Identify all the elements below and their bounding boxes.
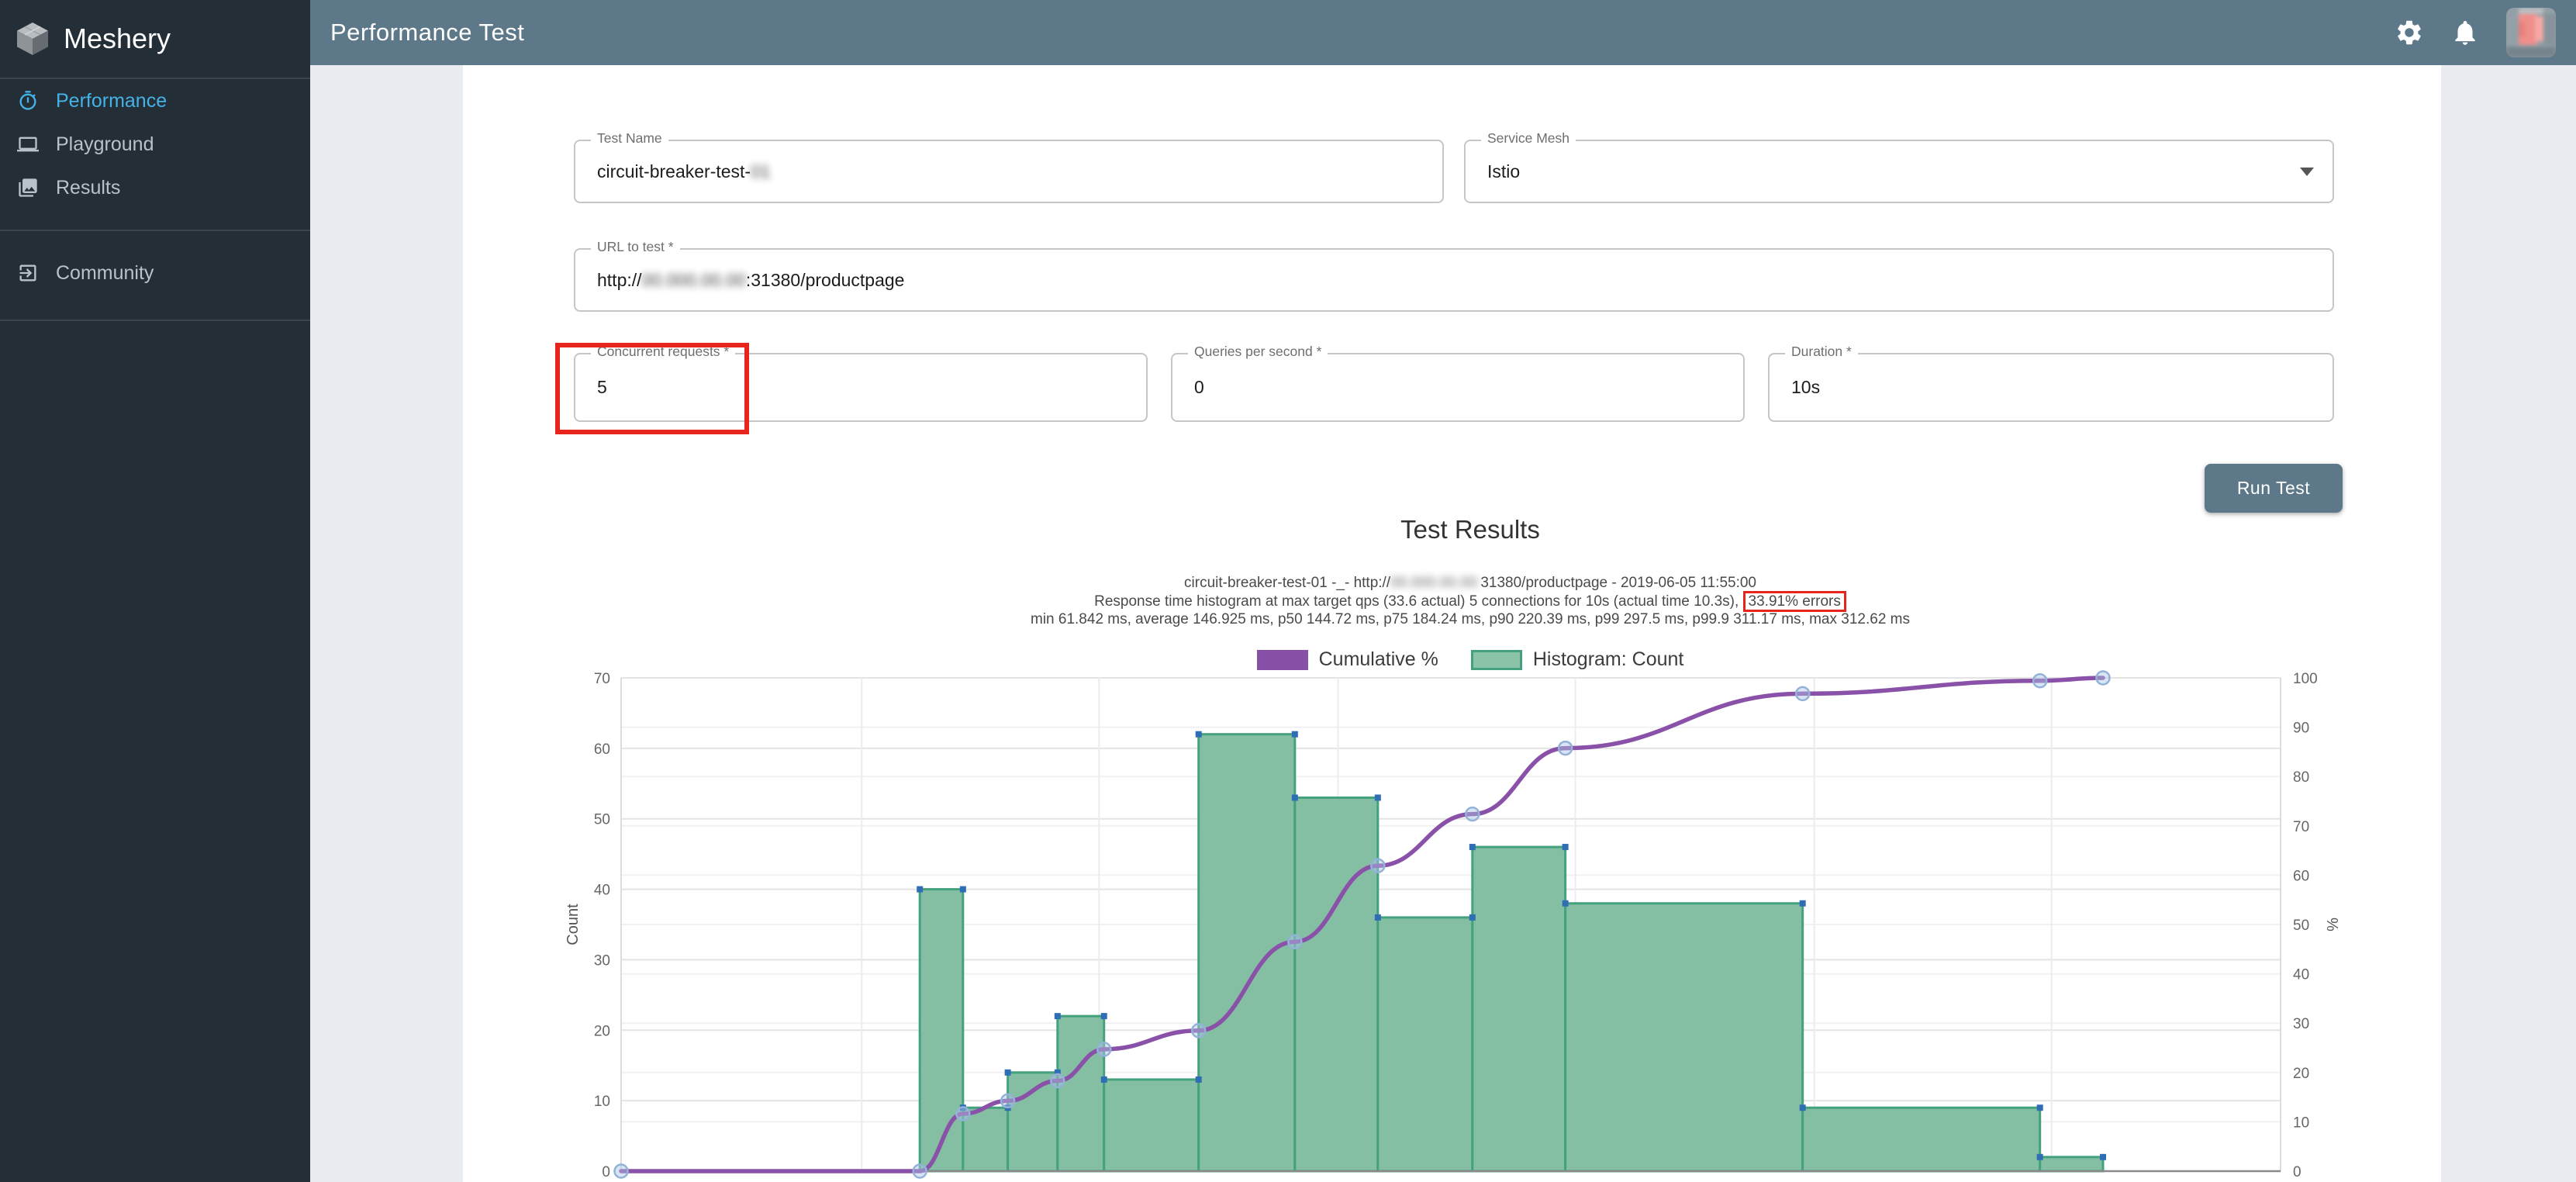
settings-gear-icon[interactable] [2395, 18, 2424, 47]
url-field[interactable]: URL to test * http://00.000.00.00:31380/… [574, 248, 2334, 312]
run-test-button[interactable]: Run Test [2205, 464, 2343, 513]
concurrent-requests-field[interactable]: Concurrent requests * 5 [574, 353, 1148, 422]
svg-text:80: 80 [2293, 769, 2309, 786]
sidebar-item-label: Results [56, 177, 120, 199]
exit-to-app-icon [17, 262, 39, 284]
summary-line-2: Response time histogram at max target qp… [559, 593, 2381, 611]
avatar-image [2506, 8, 2556, 57]
app-header: Performance Test [310, 0, 2576, 65]
queries-per-second-field[interactable]: Queries per second * 0 [1171, 353, 1745, 422]
histogram-bar [1295, 797, 1378, 1171]
summary-line-3: min 61.842 ms, average 146.925 ms, p50 1… [559, 610, 2381, 629]
laptop-icon [17, 133, 39, 155]
concurrent-requests-label: Concurrent requests * [591, 344, 735, 360]
duration-label: Duration * [1785, 344, 1858, 360]
histogram-chart-svg: 0 10 20 30 40 50 60 70 Count 0 10 20 30 40 50 60 70 80 90 1… [559, 667, 2381, 1182]
url-label: URL to test * [591, 239, 680, 255]
timer-icon [17, 90, 39, 112]
histogram-bar [2040, 1157, 2103, 1171]
duration-field[interactable]: Duration * 10s [1768, 353, 2334, 422]
sidebar-item-label: Performance [56, 90, 167, 112]
summary-line-1: circuit-breaker-test-01 -_- http://00.00… [559, 574, 2381, 593]
sidebar-item-performance[interactable]: Performance [0, 79, 310, 123]
sidebar-item-playground[interactable]: Playground [0, 123, 310, 166]
svg-text:0: 0 [602, 1164, 610, 1180]
y-axis-left: 0 10 20 30 40 50 60 70 Count [565, 671, 610, 1180]
sidebar-item-label: Community [56, 262, 154, 285]
svg-text:0: 0 [2293, 1164, 2301, 1180]
service-mesh-select[interactable]: Service Mesh Istio [1464, 140, 2334, 203]
test-name-label: Test Name [591, 130, 668, 147]
url-suffix: :31380/productpage [746, 270, 905, 291]
test-name-value-redacted: 01 [751, 161, 771, 182]
app-name: Meshery [64, 22, 171, 55]
svg-text:30: 30 [2293, 1016, 2309, 1032]
histogram-bar [1803, 1108, 2040, 1171]
svg-text:70: 70 [2293, 819, 2309, 835]
concurrent-requests-value: 5 [597, 377, 607, 398]
svg-text:10: 10 [2293, 1115, 2309, 1131]
duration-value: 10s [1791, 377, 1820, 398]
svg-text:100: 100 [2293, 671, 2318, 687]
histogram-bar [1058, 1016, 1104, 1171]
queries-per-second-label: Queries per second * [1188, 344, 1328, 360]
sidebar-item-results[interactable]: Results [0, 166, 310, 209]
svg-text:50: 50 [2293, 918, 2309, 934]
svg-text:60: 60 [2293, 868, 2309, 884]
histogram-bar [1104, 1080, 1199, 1171]
svg-text:30: 30 [594, 952, 610, 969]
sidebar-divider [0, 320, 310, 321]
results-chart: 0 10 20 30 40 50 60 70 Count 0 10 20 30 40 50 60 70 80 90 1… [559, 667, 2381, 1182]
results-title: Test Results [559, 515, 2381, 544]
performance-card: Test Name circuit-breaker-test-01 Servic… [463, 65, 2441, 1182]
app-logo[interactable]: Meshery [0, 0, 310, 78]
page-title: Performance Test [330, 19, 524, 47]
histogram-bar [1378, 918, 1473, 1171]
test-name-value: circuit-breaker-test- [597, 161, 751, 182]
gallery-icon [17, 177, 39, 199]
user-avatar[interactable] [2506, 8, 2556, 57]
sidebar-divider [0, 230, 310, 231]
annotation-box-errors: 33.91% errors [1743, 591, 1846, 612]
histogram-bar [1566, 904, 1803, 1171]
y-axis-right: 0 10 20 30 40 50 60 70 80 90 100% [2293, 671, 2342, 1180]
test-name-field[interactable]: Test Name circuit-breaker-test-01 [574, 140, 1444, 203]
y-axis-title-count: Count [565, 904, 582, 945]
svg-text:70: 70 [594, 671, 610, 687]
notifications-bell-icon[interactable] [2450, 18, 2480, 47]
sidebar-item-label: Playground [56, 133, 154, 156]
histogram-bars [920, 734, 2103, 1171]
sidebar-item-community[interactable]: Community [0, 251, 310, 295]
service-mesh-value: Istio [1487, 161, 1520, 182]
svg-text:20: 20 [594, 1023, 610, 1039]
svg-text:40: 40 [2293, 967, 2309, 983]
svg-text:60: 60 [594, 741, 610, 758]
meshery-logo-icon [14, 20, 51, 57]
url-prefix: http:// [597, 270, 642, 291]
url-redacted: 00.000.00.00 [642, 270, 746, 291]
svg-text:90: 90 [2293, 721, 2309, 737]
histogram-bar [1008, 1073, 1058, 1171]
svg-text:10: 10 [594, 1094, 610, 1110]
histogram-bar [1199, 734, 1295, 1171]
chevron-down-icon [2300, 168, 2314, 176]
histogram-bar [1473, 847, 1566, 1171]
svg-text:20: 20 [2293, 1066, 2309, 1082]
histogram-bar [920, 890, 963, 1171]
summary-redacted-host: 00.000.00.00: [1390, 574, 1480, 593]
header-actions [2395, 0, 2556, 65]
results-summary: circuit-breaker-test-01 -_- http://00.00… [559, 574, 2381, 629]
sidebar: Meshery Performance Playground Results [0, 0, 310, 1182]
svg-text:40: 40 [594, 883, 610, 899]
service-mesh-label: Service Mesh [1481, 130, 1576, 147]
y-axis-title-percent: % [2325, 918, 2342, 931]
queries-per-second-value: 0 [1194, 377, 1204, 398]
svg-text:50: 50 [594, 812, 610, 828]
meshery-app: Meshery Performance Playground Results [0, 0, 2576, 1182]
